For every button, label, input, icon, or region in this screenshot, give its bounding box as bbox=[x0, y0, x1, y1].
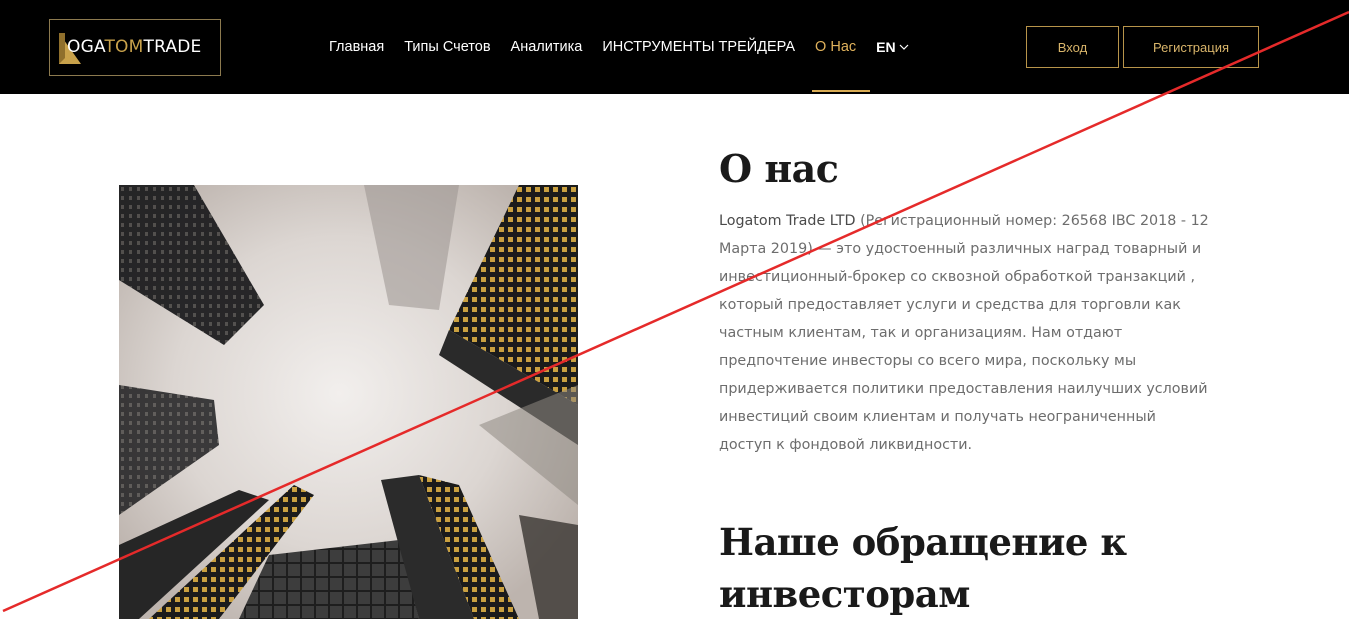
register-button[interactable]: Регистрация bbox=[1123, 26, 1259, 68]
nav-item-analytics[interactable]: Аналитика bbox=[511, 39, 583, 55]
nav-item-account-types[interactable]: Типы Счетов bbox=[404, 39, 490, 55]
logo-suffix: TRADE bbox=[143, 37, 202, 57]
site-header: OGATOMTRADE Главная Типы Счетов Аналитик… bbox=[0, 0, 1349, 94]
site-logo[interactable]: OGATOMTRADE bbox=[49, 19, 221, 76]
about-description: Logatom Trade LTD (Регистрационный номер… bbox=[719, 207, 1209, 459]
language-label: EN bbox=[876, 39, 896, 55]
logo-text: OGATOMTRADE bbox=[67, 37, 201, 57]
chevron-down-icon bbox=[899, 44, 909, 50]
about-description-text: (Регистрационный номер: 26568 IBC 2018 -… bbox=[719, 213, 1209, 453]
logo-middle: TOM bbox=[104, 37, 144, 57]
language-selector[interactable]: EN bbox=[876, 39, 909, 55]
login-button[interactable]: Вход bbox=[1026, 26, 1119, 68]
skyscrapers-photo bbox=[119, 185, 578, 619]
nav-item-about[interactable]: О Нас bbox=[815, 39, 856, 55]
company-name: Logatom Trade LTD bbox=[719, 213, 856, 229]
logo-prefix: OGA bbox=[67, 37, 105, 57]
skyscrapers-illustration bbox=[119, 185, 578, 619]
nav-item-home[interactable]: Главная bbox=[329, 39, 384, 55]
main-nav: Главная Типы Счетов Аналитика ИНСТРУМЕНТ… bbox=[329, 37, 909, 57]
about-title: О нас bbox=[719, 146, 839, 191]
appeal-title: Наше обращение к инвесторам bbox=[719, 520, 1127, 616]
active-nav-indicator bbox=[812, 90, 870, 92]
nav-item-trader-tools[interactable]: ИНСТРУМЕНТЫ ТРЕЙДЕРА bbox=[602, 39, 795, 55]
